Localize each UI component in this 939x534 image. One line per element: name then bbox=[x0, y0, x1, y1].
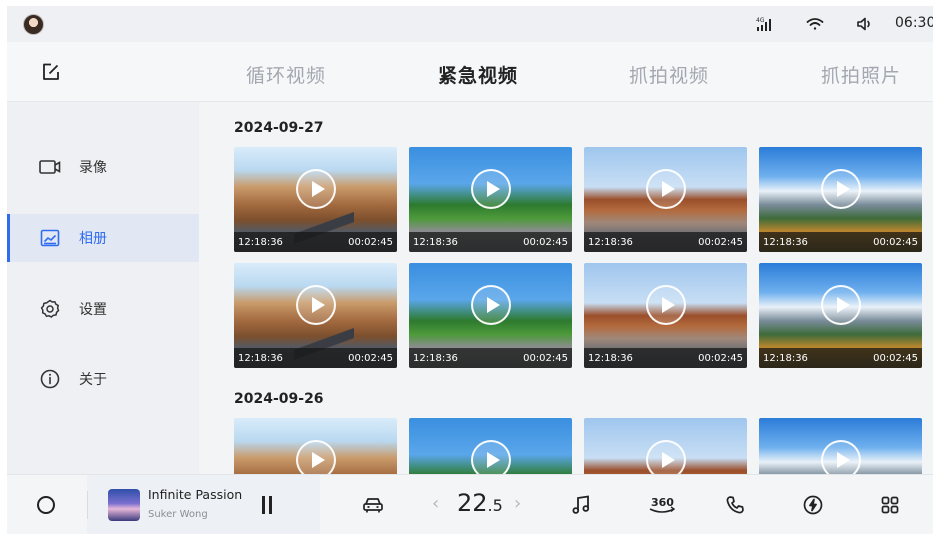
play-icon[interactable] bbox=[296, 440, 336, 474]
sidebar-item-about[interactable]: 关于 bbox=[7, 355, 199, 403]
tab-snapshot-video[interactable]: 抓拍视频 bbox=[629, 61, 709, 88]
tab-loop-video[interactable]: 循环视频 bbox=[246, 61, 326, 88]
tab-emergency-video[interactable]: 紧急视频 bbox=[438, 61, 518, 88]
music-icon[interactable] bbox=[569, 493, 593, 517]
video-duration: 00:02:45 bbox=[348, 353, 393, 364]
play-icon[interactable] bbox=[471, 285, 511, 325]
phone-icon[interactable] bbox=[723, 493, 747, 517]
video-timestamp: 12:18:36 bbox=[763, 237, 808, 248]
temperature-decimal: .5 bbox=[487, 496, 503, 515]
album-art[interactable] bbox=[108, 489, 140, 521]
cellular-signal-icon: 4G bbox=[755, 15, 775, 33]
video-thumbnail[interactable]: 12:18:36 00:02:45 bbox=[409, 147, 572, 252]
video-grid: 12:18:36 00:02:45 12:18:36 00:02:45 12:18:36… bbox=[234, 147, 922, 368]
wifi-icon bbox=[805, 15, 825, 33]
video-timestamp: 12:18:36 bbox=[238, 353, 283, 364]
svg-text:360: 360 bbox=[651, 496, 674, 509]
volume-icon[interactable] bbox=[855, 15, 875, 33]
video-duration: 00:02:45 bbox=[873, 237, 918, 248]
sidebar-item-settings[interactable]: 设置 bbox=[7, 285, 199, 333]
temperature-value: 22 bbox=[457, 489, 488, 517]
temp-decrease-button[interactable]: ‹ bbox=[432, 493, 439, 514]
video-timestamp: 12:18:36 bbox=[413, 353, 458, 364]
video-timestamp: 12:18:36 bbox=[413, 237, 458, 248]
video-duration: 00:02:45 bbox=[698, 353, 743, 364]
bottom-dock: Infinite Passion Suker Wong ‹ 22.5 › 360 bbox=[7, 474, 933, 534]
energy-icon[interactable] bbox=[801, 493, 825, 517]
play-icon[interactable] bbox=[646, 440, 686, 474]
video-thumbnail[interactable] bbox=[234, 418, 397, 474]
video-thumbnail[interactable] bbox=[584, 418, 747, 474]
video-timestamp: 12:18:36 bbox=[588, 353, 633, 364]
video-thumbnail[interactable]: 12:18:36 00:02:45 bbox=[234, 263, 397, 368]
info-icon bbox=[39, 368, 61, 390]
video-timestamp: 12:18:36 bbox=[238, 237, 283, 248]
home-button[interactable] bbox=[37, 496, 55, 514]
song-title: Infinite Passion bbox=[148, 487, 243, 502]
divider bbox=[87, 491, 88, 519]
play-icon[interactable] bbox=[471, 169, 511, 209]
video-thumbnail[interactable]: 12:18:36 00:02:45 bbox=[584, 263, 747, 368]
video-thumbnail[interactable]: 12:18:36 00:02:45 bbox=[409, 263, 572, 368]
tab-snapshot-photo[interactable]: 抓拍照片 bbox=[821, 61, 901, 88]
temperature-display: 22.5 bbox=[457, 489, 503, 517]
clock: 06:30 bbox=[895, 15, 933, 31]
video-duration: 00:02:45 bbox=[523, 237, 568, 248]
sidebar-item-label: 相册 bbox=[79, 231, 107, 247]
pause-button[interactable] bbox=[260, 496, 274, 514]
avatar[interactable] bbox=[23, 14, 44, 35]
video-timestamp: 12:18:36 bbox=[588, 237, 633, 248]
sidebar-item-label: 关于 bbox=[79, 372, 107, 388]
gallery-content[interactable]: 2024-09-27 12:18:36 00:02:45 12:18:36 00:02… bbox=[199, 102, 933, 474]
camera-360-icon[interactable]: 360 bbox=[647, 493, 677, 517]
play-icon[interactable] bbox=[646, 169, 686, 209]
app-window: 4G 06:30 循环视频 紧急视频 抓拍视频 抓拍照片 录像 相册 设置 关于… bbox=[7, 6, 933, 534]
video-thumbnail[interactable] bbox=[409, 418, 572, 474]
date-header: 2024-09-27 bbox=[234, 120, 324, 136]
video-grid bbox=[234, 418, 922, 474]
video-duration: 00:02:45 bbox=[698, 237, 743, 248]
play-icon[interactable] bbox=[646, 285, 686, 325]
video-timestamp: 12:18:36 bbox=[763, 353, 808, 364]
play-icon[interactable] bbox=[821, 169, 861, 209]
video-thumbnail[interactable]: 12:18:36 00:02:45 bbox=[759, 263, 922, 368]
play-icon[interactable] bbox=[296, 285, 336, 325]
video-thumbnail[interactable]: 12:18:36 00:02:45 bbox=[234, 147, 397, 252]
play-icon[interactable] bbox=[821, 440, 861, 474]
edit-icon[interactable] bbox=[41, 62, 61, 82]
album-icon bbox=[39, 227, 61, 249]
gear-icon bbox=[39, 298, 61, 320]
play-icon[interactable] bbox=[471, 440, 511, 474]
video-thumbnail[interactable] bbox=[759, 418, 922, 474]
car-icon[interactable] bbox=[361, 493, 385, 517]
camera-icon bbox=[39, 156, 61, 178]
status-bar: 4G 06:30 bbox=[7, 6, 933, 42]
temp-increase-button[interactable]: › bbox=[514, 493, 521, 514]
play-icon[interactable] bbox=[296, 169, 336, 209]
apps-grid-icon[interactable] bbox=[878, 493, 902, 517]
video-thumbnail[interactable]: 12:18:36 00:02:45 bbox=[584, 147, 747, 252]
tab-bar: 循环视频 紧急视频 抓拍视频 抓拍照片 bbox=[7, 42, 933, 102]
sidebar: 录像 相册 设置 关于 bbox=[7, 102, 199, 474]
song-artist: Suker Wong bbox=[148, 509, 208, 520]
date-header: 2024-09-26 bbox=[234, 391, 324, 407]
sidebar-item-label: 录像 bbox=[79, 160, 107, 176]
sidebar-item-album[interactable]: 相册 bbox=[7, 214, 199, 262]
sidebar-item-label: 设置 bbox=[79, 302, 107, 318]
svg-text:4G: 4G bbox=[756, 17, 765, 24]
sidebar-item-recording[interactable]: 录像 bbox=[7, 143, 199, 191]
video-thumbnail[interactable]: 12:18:36 00:02:45 bbox=[759, 147, 922, 252]
play-icon[interactable] bbox=[821, 285, 861, 325]
video-duration: 00:02:45 bbox=[873, 353, 918, 364]
video-duration: 00:02:45 bbox=[348, 237, 393, 248]
video-duration: 00:02:45 bbox=[523, 353, 568, 364]
